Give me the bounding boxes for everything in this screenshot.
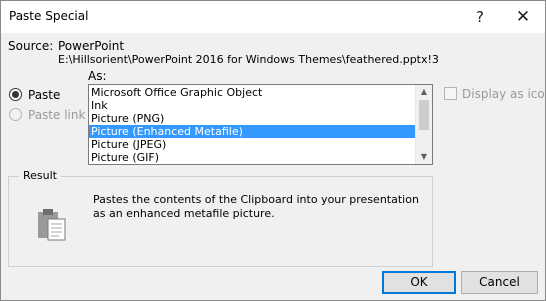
display-as-icon-label[interactable]: Display as icon: [462, 87, 545, 101]
list-item[interactable]: Picture (PNG): [89, 112, 415, 125]
result-label: Result: [19, 169, 61, 182]
list-item[interactable]: Picture (Enhanced Metafile): [89, 125, 415, 138]
scroll-down-icon[interactable]: ▼: [416, 150, 432, 164]
list-item[interactable]: Microsoft Office Graphic Object: [89, 86, 415, 99]
display-as-icon-checkbox[interactable]: [444, 87, 457, 100]
as-listbox[interactable]: Microsoft Office Graphic Object Ink Pictur…: [88, 84, 433, 165]
help-button[interactable]: ?: [463, 4, 497, 30]
paste-radio-label[interactable]: Paste: [28, 88, 60, 102]
help-icon: ?: [476, 8, 484, 26]
clipboard-icon: [38, 209, 66, 241]
result-description: Pastes the contents of the Clipboard int…: [93, 193, 419, 220]
paste-radio[interactable]: [9, 88, 22, 101]
scroll-up-icon[interactable]: ▲: [416, 85, 432, 99]
as-list-items: Microsoft Office Graphic Object Ink Pictur…: [89, 86, 415, 164]
source-label: Source:: [8, 39, 54, 53]
list-item[interactable]: Picture (JPEG): [89, 138, 415, 151]
source-app: PowerPoint: [58, 39, 125, 53]
list-item[interactable]: Ink: [89, 99, 415, 112]
paste-link-radio-label[interactable]: Paste link: [28, 108, 85, 122]
result-group: Result Pastes the contents of the Clipbo…: [8, 169, 433, 267]
cancel-button[interactable]: Cancel: [461, 271, 538, 294]
paste-special-dialog: Paste Special ? ✕ Source: PowerPoint E:\…: [0, 0, 546, 301]
as-label-text: As:: [88, 69, 107, 83]
dialog-title: Paste Special: [9, 9, 89, 23]
as-label: As:: [88, 69, 107, 83]
list-item[interactable]: Picture (GIF): [89, 151, 415, 164]
title-bar: Paste Special ? ✕: [1, 1, 545, 33]
source-path: E:\Hillsorient\PowerPoint 2016 for Windo…: [58, 53, 439, 66]
ok-button[interactable]: OK: [382, 271, 456, 294]
list-scrollbar[interactable]: ▲ ▼: [415, 85, 432, 164]
scroll-thumb[interactable]: [419, 100, 429, 130]
paste-link-radio[interactable]: [9, 108, 22, 121]
close-button[interactable]: ✕: [506, 4, 540, 30]
close-icon: ✕: [515, 7, 531, 27]
